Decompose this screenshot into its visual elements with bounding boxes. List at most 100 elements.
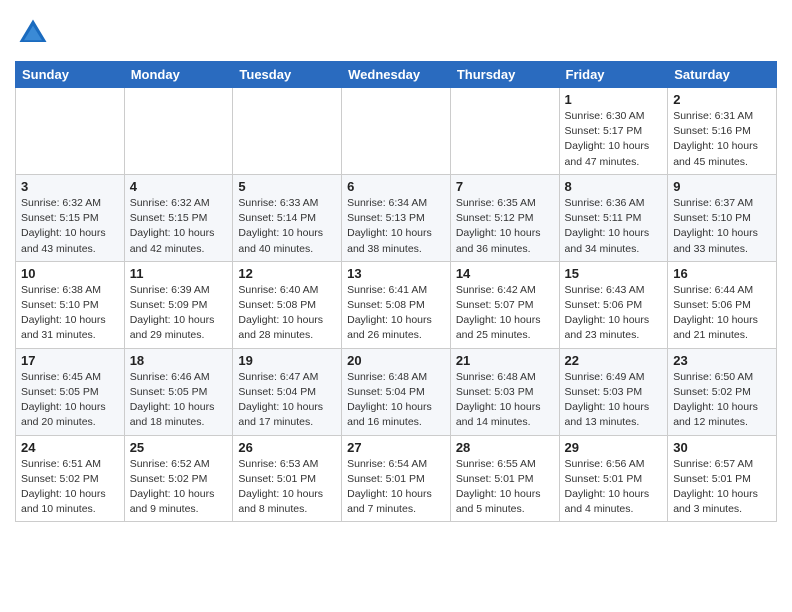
calendar-cell: 21 Sunrise: 6:48 AM Sunset: 5:03 PM Dayli… <box>450 348 559 435</box>
calendar-cell: 18 Sunrise: 6:46 AM Sunset: 5:05 PM Dayli… <box>124 348 233 435</box>
calendar-cell <box>16 88 125 175</box>
calendar-cell: 3 Sunrise: 6:32 AM Sunset: 5:15 PM Daylig… <box>16 174 125 261</box>
calendar-cell: 8Sunrise: 6:36 AM Sunset: 5:11 PM Daylig… <box>559 174 668 261</box>
calendar-week-row: 10 Sunrise: 6:38 AM Sunset: 5:10 PM Dayli… <box>16 261 777 348</box>
day-info: Sunrise: 6:30 AM Sunset: 5:17 PM Dayligh… <box>565 109 663 170</box>
day-info: Sunrise: 6:52 AM Sunset: 5:02 PM Dayligh… <box>130 457 228 518</box>
calendar-cell: 20 Sunrise: 6:48 AM Sunset: 5:04 PM Dayli… <box>342 348 451 435</box>
day-info: Sunrise: 6:40 AM Sunset: 5:08 PM Dayligh… <box>238 283 336 344</box>
day-number: 3 <box>21 179 119 194</box>
header <box>15 15 777 51</box>
day-number: 6 <box>347 179 445 194</box>
day-info: Sunrise: 6:46 AM Sunset: 5:05 PM Dayligh… <box>130 370 228 431</box>
calendar-cell: 14Sunrise: 6:42 AM Sunset: 5:07 PM Dayli… <box>450 261 559 348</box>
day-info: Sunrise: 6:39 AM Sunset: 5:09 PM Dayligh… <box>130 283 228 344</box>
day-number: 7 <box>456 179 554 194</box>
calendar-cell: 10 Sunrise: 6:38 AM Sunset: 5:10 PM Dayli… <box>16 261 125 348</box>
day-info: Sunrise: 6:42 AM Sunset: 5:07 PM Dayligh… <box>456 283 554 344</box>
calendar-cell: 29Sunrise: 6:56 AM Sunset: 5:01 PM Dayli… <box>559 435 668 522</box>
day-number: 20 <box>347 353 445 368</box>
calendar-cell: 19Sunrise: 6:47 AM Sunset: 5:04 PM Dayli… <box>233 348 342 435</box>
weekday-header: Thursday <box>450 62 559 88</box>
calendar-cell: 30 Sunrise: 6:57 AM Sunset: 5:01 PM Dayli… <box>668 435 777 522</box>
day-number: 30 <box>673 440 771 455</box>
calendar-cell: 24 Sunrise: 6:51 AM Sunset: 5:02 PM Dayli… <box>16 435 125 522</box>
day-number: 11 <box>130 266 228 281</box>
calendar-cell: 11 Sunrise: 6:39 AM Sunset: 5:09 PM Dayli… <box>124 261 233 348</box>
day-number: 4 <box>130 179 228 194</box>
calendar-cell: 2 Sunrise: 6:31 AM Sunset: 5:16 PM Daylig… <box>668 88 777 175</box>
calendar-cell: 7 Sunrise: 6:35 AM Sunset: 5:12 PM Daylig… <box>450 174 559 261</box>
calendar-cell: 6 Sunrise: 6:34 AM Sunset: 5:13 PM Daylig… <box>342 174 451 261</box>
day-info: Sunrise: 6:32 AM Sunset: 5:15 PM Dayligh… <box>21 196 119 257</box>
day-number: 26 <box>238 440 336 455</box>
calendar-week-row: 17 Sunrise: 6:45 AM Sunset: 5:05 PM Dayli… <box>16 348 777 435</box>
calendar-cell: 15 Sunrise: 6:43 AM Sunset: 5:06 PM Dayli… <box>559 261 668 348</box>
weekday-header: Monday <box>124 62 233 88</box>
day-number: 27 <box>347 440 445 455</box>
day-info: Sunrise: 6:55 AM Sunset: 5:01 PM Dayligh… <box>456 457 554 518</box>
calendar-cell: 17 Sunrise: 6:45 AM Sunset: 5:05 PM Dayli… <box>16 348 125 435</box>
calendar-cell: 25 Sunrise: 6:52 AM Sunset: 5:02 PM Dayli… <box>124 435 233 522</box>
day-number: 19 <box>238 353 336 368</box>
day-number: 1 <box>565 92 663 107</box>
day-info: Sunrise: 6:56 AM Sunset: 5:01 PM Dayligh… <box>565 457 663 518</box>
day-number: 8 <box>565 179 663 194</box>
day-info: Sunrise: 6:48 AM Sunset: 5:04 PM Dayligh… <box>347 370 445 431</box>
day-number: 22 <box>565 353 663 368</box>
calendar-week-row: 24 Sunrise: 6:51 AM Sunset: 5:02 PM Dayli… <box>16 435 777 522</box>
calendar-cell: 23 Sunrise: 6:50 AM Sunset: 5:02 PM Dayli… <box>668 348 777 435</box>
day-number: 23 <box>673 353 771 368</box>
day-info: Sunrise: 6:44 AM Sunset: 5:06 PM Dayligh… <box>673 283 771 344</box>
day-info: Sunrise: 6:49 AM Sunset: 5:03 PM Dayligh… <box>565 370 663 431</box>
weekday-header: Sunday <box>16 62 125 88</box>
day-info: Sunrise: 6:33 AM Sunset: 5:14 PM Dayligh… <box>238 196 336 257</box>
day-info: Sunrise: 6:43 AM Sunset: 5:06 PM Dayligh… <box>565 283 663 344</box>
calendar-header-row: SundayMondayTuesdayWednesdayThursdayFrid… <box>16 62 777 88</box>
day-info: Sunrise: 6:57 AM Sunset: 5:01 PM Dayligh… <box>673 457 771 518</box>
day-info: Sunrise: 6:34 AM Sunset: 5:13 PM Dayligh… <box>347 196 445 257</box>
day-number: 18 <box>130 353 228 368</box>
day-info: Sunrise: 6:37 AM Sunset: 5:10 PM Dayligh… <box>673 196 771 257</box>
calendar-cell: 5Sunrise: 6:33 AM Sunset: 5:14 PM Daylig… <box>233 174 342 261</box>
calendar-cell: 27 Sunrise: 6:54 AM Sunset: 5:01 PM Dayli… <box>342 435 451 522</box>
day-info: Sunrise: 6:38 AM Sunset: 5:10 PM Dayligh… <box>21 283 119 344</box>
day-number: 2 <box>673 92 771 107</box>
day-info: Sunrise: 6:50 AM Sunset: 5:02 PM Dayligh… <box>673 370 771 431</box>
calendar-cell: 16Sunrise: 6:44 AM Sunset: 5:06 PM Dayli… <box>668 261 777 348</box>
day-number: 17 <box>21 353 119 368</box>
day-number: 25 <box>130 440 228 455</box>
day-info: Sunrise: 6:45 AM Sunset: 5:05 PM Dayligh… <box>21 370 119 431</box>
calendar-cell <box>233 88 342 175</box>
day-number: 10 <box>21 266 119 281</box>
day-number: 9 <box>673 179 771 194</box>
weekday-header: Wednesday <box>342 62 451 88</box>
day-number: 21 <box>456 353 554 368</box>
day-number: 28 <box>456 440 554 455</box>
day-number: 12 <box>238 266 336 281</box>
calendar-week-row: 1 Sunrise: 6:30 AM Sunset: 5:17 PM Daylig… <box>16 88 777 175</box>
logo-icon <box>15 15 51 51</box>
day-info: Sunrise: 6:51 AM Sunset: 5:02 PM Dayligh… <box>21 457 119 518</box>
logo <box>15 15 55 51</box>
page-container: SundayMondayTuesdayWednesdayThursdayFrid… <box>0 0 792 532</box>
weekday-header: Saturday <box>668 62 777 88</box>
day-info: Sunrise: 6:32 AM Sunset: 5:15 PM Dayligh… <box>130 196 228 257</box>
day-info: Sunrise: 6:31 AM Sunset: 5:16 PM Dayligh… <box>673 109 771 170</box>
day-number: 24 <box>21 440 119 455</box>
day-info: Sunrise: 6:54 AM Sunset: 5:01 PM Dayligh… <box>347 457 445 518</box>
day-number: 15 <box>565 266 663 281</box>
day-info: Sunrise: 6:41 AM Sunset: 5:08 PM Dayligh… <box>347 283 445 344</box>
calendar-cell <box>124 88 233 175</box>
weekday-header: Tuesday <box>233 62 342 88</box>
day-info: Sunrise: 6:48 AM Sunset: 5:03 PM Dayligh… <box>456 370 554 431</box>
calendar-cell: 1 Sunrise: 6:30 AM Sunset: 5:17 PM Daylig… <box>559 88 668 175</box>
day-info: Sunrise: 6:35 AM Sunset: 5:12 PM Dayligh… <box>456 196 554 257</box>
calendar: SundayMondayTuesdayWednesdayThursdayFrid… <box>15 61 777 522</box>
calendar-cell: 4 Sunrise: 6:32 AM Sunset: 5:15 PM Daylig… <box>124 174 233 261</box>
calendar-cell: 9 Sunrise: 6:37 AM Sunset: 5:10 PM Daylig… <box>668 174 777 261</box>
calendar-week-row: 3 Sunrise: 6:32 AM Sunset: 5:15 PM Daylig… <box>16 174 777 261</box>
weekday-header: Friday <box>559 62 668 88</box>
calendar-cell: 28 Sunrise: 6:55 AM Sunset: 5:01 PM Dayli… <box>450 435 559 522</box>
calendar-cell: 26Sunrise: 6:53 AM Sunset: 5:01 PM Dayli… <box>233 435 342 522</box>
